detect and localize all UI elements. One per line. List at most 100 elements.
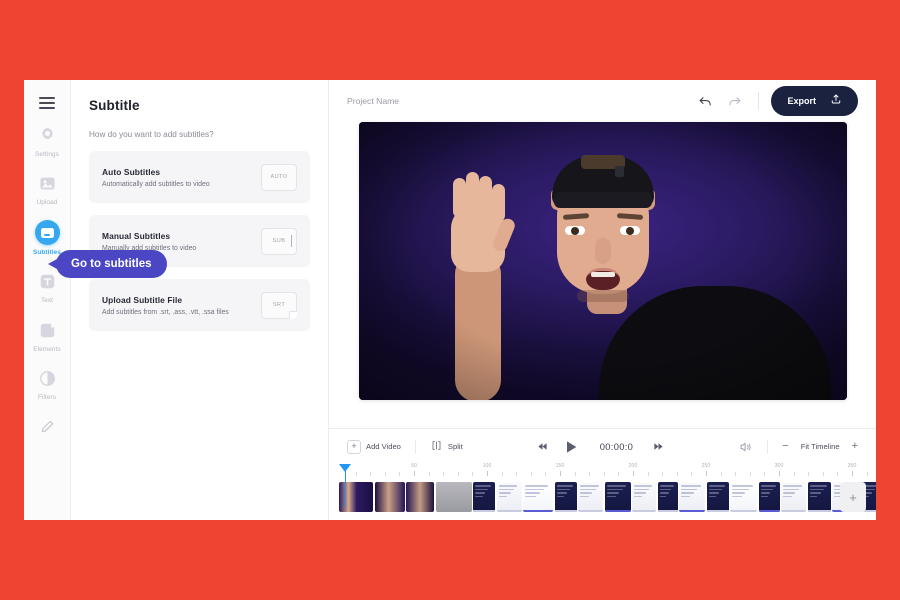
clip-thumbnail-lines — [659, 485, 676, 509]
clip-thumbnail-lines — [606, 485, 629, 509]
clip-thumbnail-lines — [732, 485, 755, 509]
project-name-field[interactable]: Project Name — [347, 96, 684, 106]
ruler-tick-minor — [457, 472, 459, 476]
timeline-clip[interactable] — [554, 482, 577, 512]
split-button[interactable]: Split — [430, 439, 463, 454]
sidebar-item-elements[interactable]: Elements — [24, 318, 70, 353]
plus-box-icon: + — [347, 439, 361, 454]
sidebar-item-settings[interactable]: Settings — [24, 123, 70, 158]
undo-arrow-icon[interactable] — [698, 94, 713, 109]
skip-forward-icon[interactable] — [653, 441, 664, 452]
hamburger-line — [39, 107, 55, 109]
play-icon[interactable] — [563, 439, 579, 455]
tooltip-go-to-subtitles: Go to subtitles — [48, 250, 167, 278]
timeline-clip[interactable] — [604, 482, 631, 512]
timeline-clip[interactable] — [730, 482, 757, 512]
timeline[interactable]: 50100150200250300350400450500550 + — [329, 463, 876, 520]
option-text: Manual Subtitles Manually add subtitles … — [102, 231, 261, 252]
timeline-clip[interactable] — [679, 482, 705, 512]
volume-icon[interactable] — [739, 440, 753, 454]
auto-badge-icon[interactable]: AUTO — [261, 163, 297, 191]
pencil-icon[interactable] — [40, 419, 55, 439]
text-t-icon — [35, 270, 59, 294]
sidebar-item-label: Upload — [36, 199, 58, 206]
export-label: Export — [787, 96, 816, 106]
option-description: Add subtitles from .srt, .ass, .vtt, .ss… — [102, 308, 229, 316]
timeline-clip[interactable] — [807, 482, 831, 512]
ruler-tick-minor — [545, 472, 547, 476]
badge-label: SRT — [272, 302, 286, 308]
timeline-ruler[interactable]: 50100150200250300350400450500550 — [341, 463, 868, 479]
video-preview[interactable] — [358, 122, 847, 400]
add-video-button[interactable]: + Add Video — [347, 439, 401, 454]
clip-thumbnail-line — [606, 488, 623, 491]
clip-thumbnail-lines — [681, 485, 703, 509]
ruler-tick-minor — [516, 472, 518, 476]
timeline-clip[interactable] — [473, 482, 495, 512]
timeline-clip[interactable] — [523, 482, 553, 512]
sidebar-item-label: Filters — [37, 394, 57, 401]
clip-thumbnail-line — [606, 485, 627, 487]
ruler-tick-major — [706, 471, 707, 476]
zoom-out-button[interactable]: − — [782, 441, 788, 452]
timeline-clip[interactable] — [657, 482, 678, 512]
timeline-clip[interactable] — [758, 482, 780, 512]
option-title: Upload Subtitle File — [102, 294, 183, 305]
option-upload-subtitle-file[interactable]: Upload Subtitle File Add subtitles from … — [89, 279, 310, 331]
fit-timeline-button[interactable]: Fit Timeline — [801, 442, 840, 451]
timeline-clip[interactable] — [435, 482, 472, 512]
skip-back-icon[interactable] — [537, 441, 548, 452]
clip-thumbnail-line — [498, 492, 511, 494]
timeline-clip-strip[interactable] — [339, 482, 876, 512]
clip-thumbnail-line — [708, 495, 717, 498]
header-divider — [758, 92, 760, 110]
panel-question: How do you want to add subtitles? — [89, 130, 214, 139]
add-video-label: Add Video — [366, 442, 401, 451]
sidebar-item-subtitles[interactable]: Subtitles — [24, 220, 70, 256]
clip-thumbnail-line — [580, 492, 593, 494]
zoom-in-button[interactable]: + — [852, 441, 858, 452]
clip-thumbnail-line — [732, 488, 750, 491]
ruler-tick-minor — [691, 472, 693, 476]
clip-progress-bar — [578, 510, 603, 512]
playhead-marker-icon[interactable] — [339, 464, 351, 507]
clip-thumbnail-line — [681, 488, 698, 491]
clip-thumbnail-lines — [475, 485, 493, 509]
transport-controls: 00:00:0 — [463, 439, 740, 455]
clip-thumbnail-lines — [708, 485, 727, 509]
timeline-clip[interactable] — [781, 482, 806, 512]
add-track-button[interactable]: + — [840, 482, 866, 512]
ruler-tick-minor — [662, 472, 664, 476]
clip-thumbnail-line — [732, 485, 753, 487]
timeline-clip[interactable] — [374, 482, 405, 512]
option-auto-subtitles[interactable]: Auto Subtitles Automatically add subtitl… — [89, 151, 310, 203]
redo-arrow-icon[interactable] — [727, 94, 742, 109]
ruler-tick-minor — [384, 472, 386, 476]
srt-file-icon[interactable]: SRT — [261, 291, 297, 319]
timeline-clip[interactable] — [706, 482, 729, 512]
ruler-tick-minor — [428, 472, 430, 476]
clip-thumbnail-line — [732, 492, 746, 494]
app-window: Settings Upload Subtitles Text Elements … — [24, 80, 876, 520]
sidebar-item-upload[interactable]: Upload — [24, 172, 70, 206]
ruler-tick-minor — [603, 472, 605, 476]
sidebar-item-label: Elements — [33, 345, 61, 353]
timeline-clip[interactable] — [406, 482, 434, 512]
timeline-clip[interactable] — [496, 482, 522, 512]
hamburger-icon[interactable] — [39, 97, 55, 109]
clip-thumbnail-lines — [525, 485, 551, 509]
export-button[interactable]: Export — [771, 86, 858, 116]
clip-thumbnail-line — [760, 495, 768, 498]
timeline-clip[interactable] — [578, 482, 603, 512]
clip-thumbnail-line — [556, 485, 573, 487]
text-cursor-icon[interactable]: SUB — [261, 227, 297, 255]
sidebar-item-filters[interactable]: Filters — [24, 367, 70, 401]
clip-thumbnail-line — [708, 492, 719, 494]
clip-thumbnail-lines — [498, 485, 520, 509]
timeline-clip[interactable] — [632, 482, 656, 512]
clip-progress-bar — [554, 510, 577, 512]
clip-thumbnail-line — [556, 495, 565, 498]
clip-thumbnail-line — [681, 485, 701, 487]
badge-label: AUTO — [270, 174, 288, 180]
clip-thumbnail-lines — [580, 485, 601, 509]
